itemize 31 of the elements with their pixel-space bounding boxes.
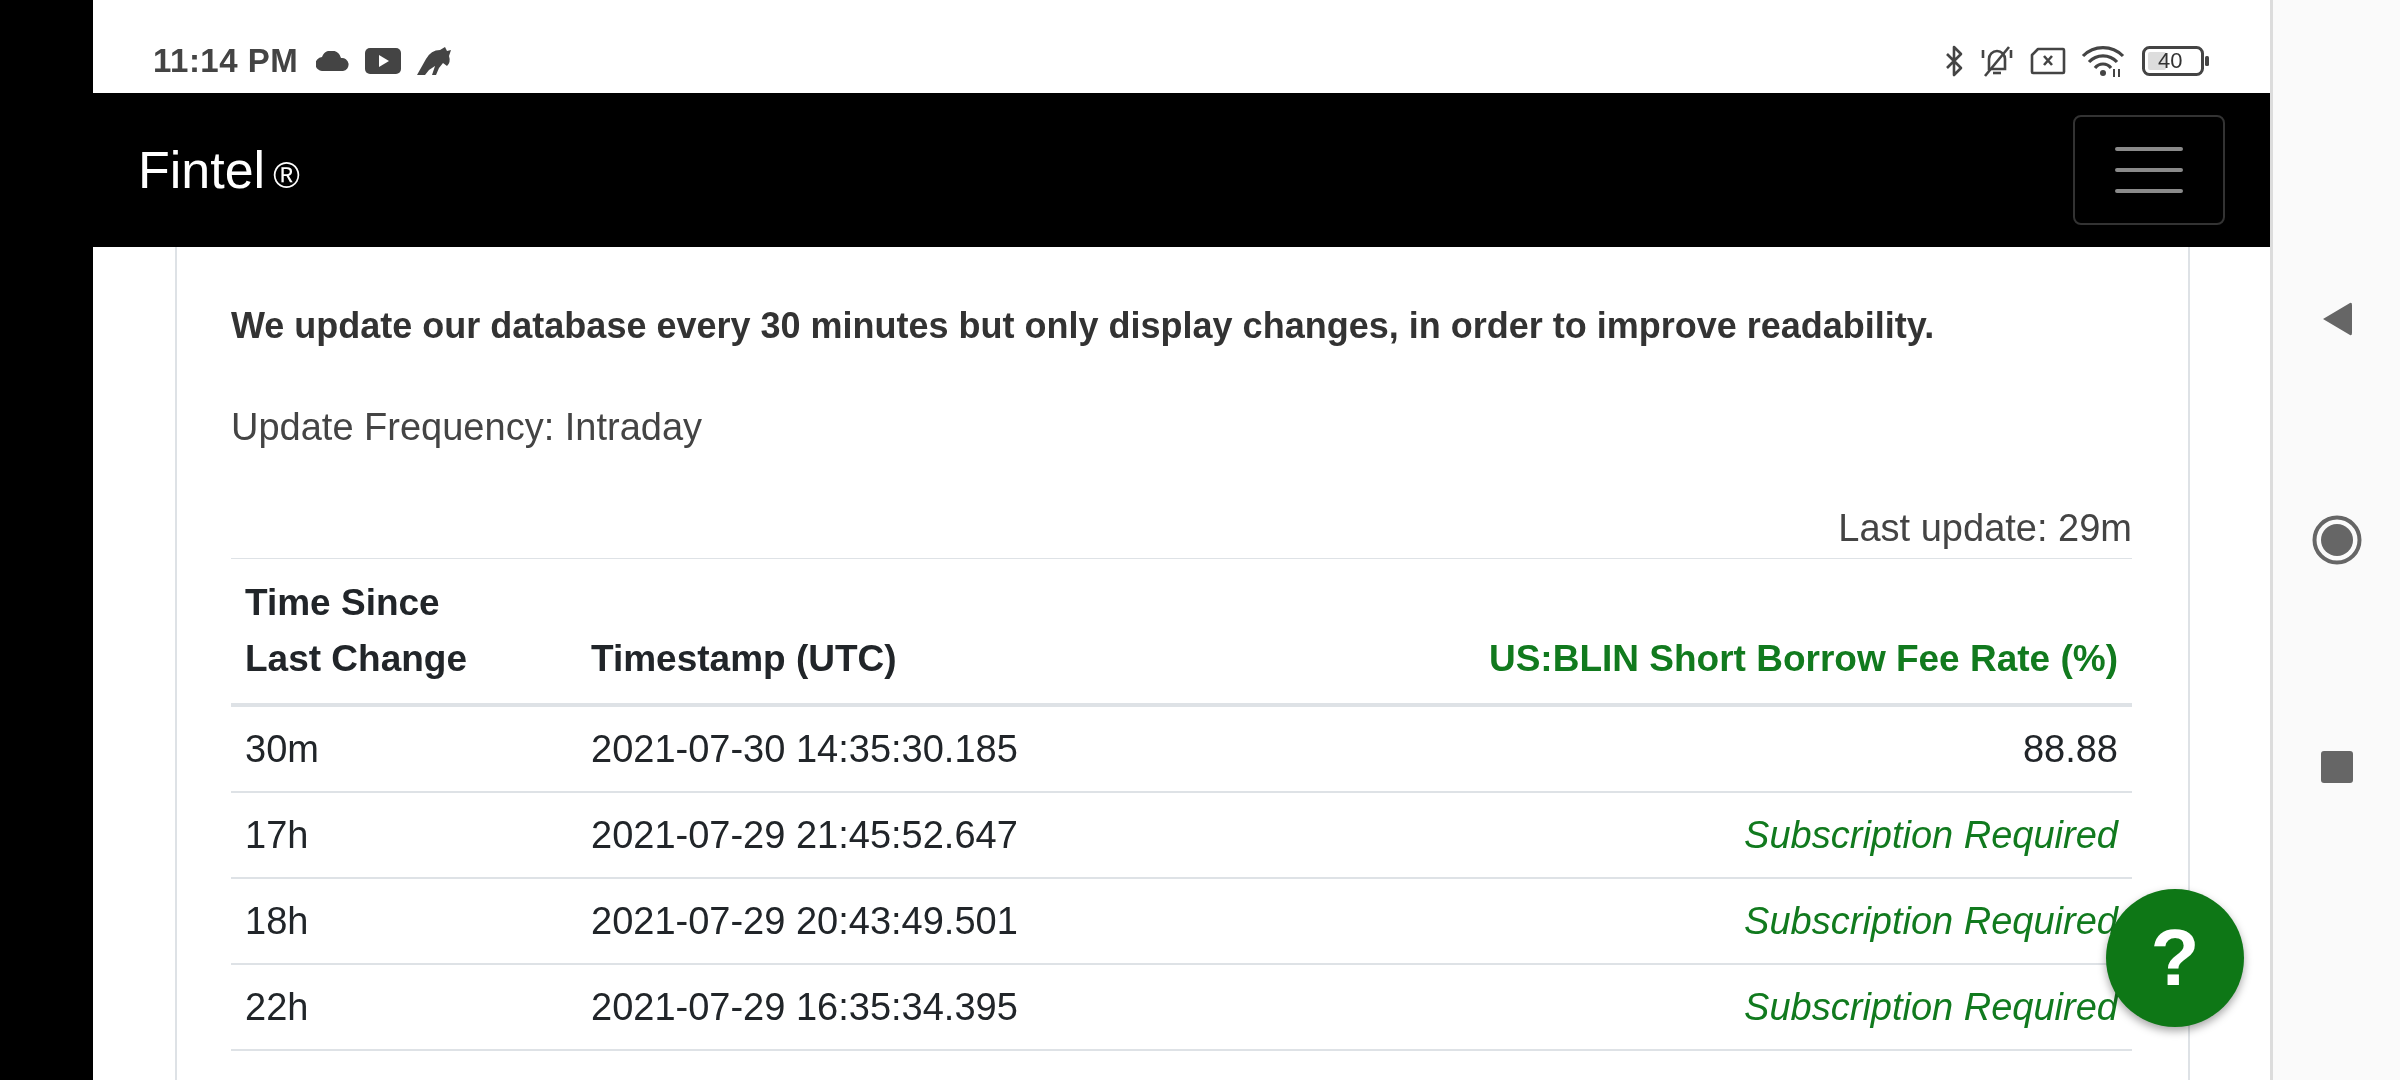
- no-sim-icon: [2030, 46, 2066, 75]
- clock-time: 11:14 PM: [153, 41, 299, 80]
- home-icon[interactable]: [2311, 515, 2362, 565]
- timestamp: 2021-07-30 14:35:30.185: [591, 727, 1018, 772]
- battery-icon: [2142, 45, 2210, 76]
- last-update: Last update: 29m: [1838, 506, 2132, 551]
- elapsed-time: 30m: [245, 727, 319, 772]
- play-icon: [365, 47, 402, 74]
- timestamp: 2021-07-29 16:35:34.395: [591, 985, 1018, 1030]
- column-header: Time Since Last Change: [245, 581, 469, 681]
- cloud-icon: [316, 50, 351, 71]
- wifi-icon: [2081, 44, 2125, 77]
- recents-icon[interactable]: [2320, 751, 2353, 783]
- elapsed-time: 17h: [245, 813, 309, 858]
- column-header: Timestamp (UTC): [591, 637, 897, 681]
- fee-rate-value: 88.88: [2022, 727, 2118, 772]
- animal-icon: [416, 45, 453, 76]
- brand-name[interactable]: Fintel: [138, 140, 266, 200]
- elapsed-time: 18h: [245, 899, 309, 944]
- elapsed-time: 22h: [245, 985, 309, 1030]
- timestamp: 2021-07-29 21:45:52.647: [591, 813, 1018, 858]
- column-header: US:BLIN Short Borrow Fee Rate (%): [1488, 637, 2118, 681]
- menu-icon: [2115, 146, 2183, 194]
- menu-button[interactable]: [2073, 115, 2225, 225]
- bluetooth-icon: [1944, 43, 1964, 78]
- registered-mark: ®: [273, 155, 300, 197]
- subscription-notice: Subscription Required: [1744, 813, 2118, 858]
- battery-percent: 40: [2158, 47, 2183, 74]
- update-frequency: Update Frequency: Intraday: [231, 405, 704, 450]
- timestamp: 2021-07-29 20:43:49.501: [591, 899, 1018, 944]
- update-notice: We update our database every 30 minutes but only display changes, in order to improve readability.: [231, 304, 1936, 348]
